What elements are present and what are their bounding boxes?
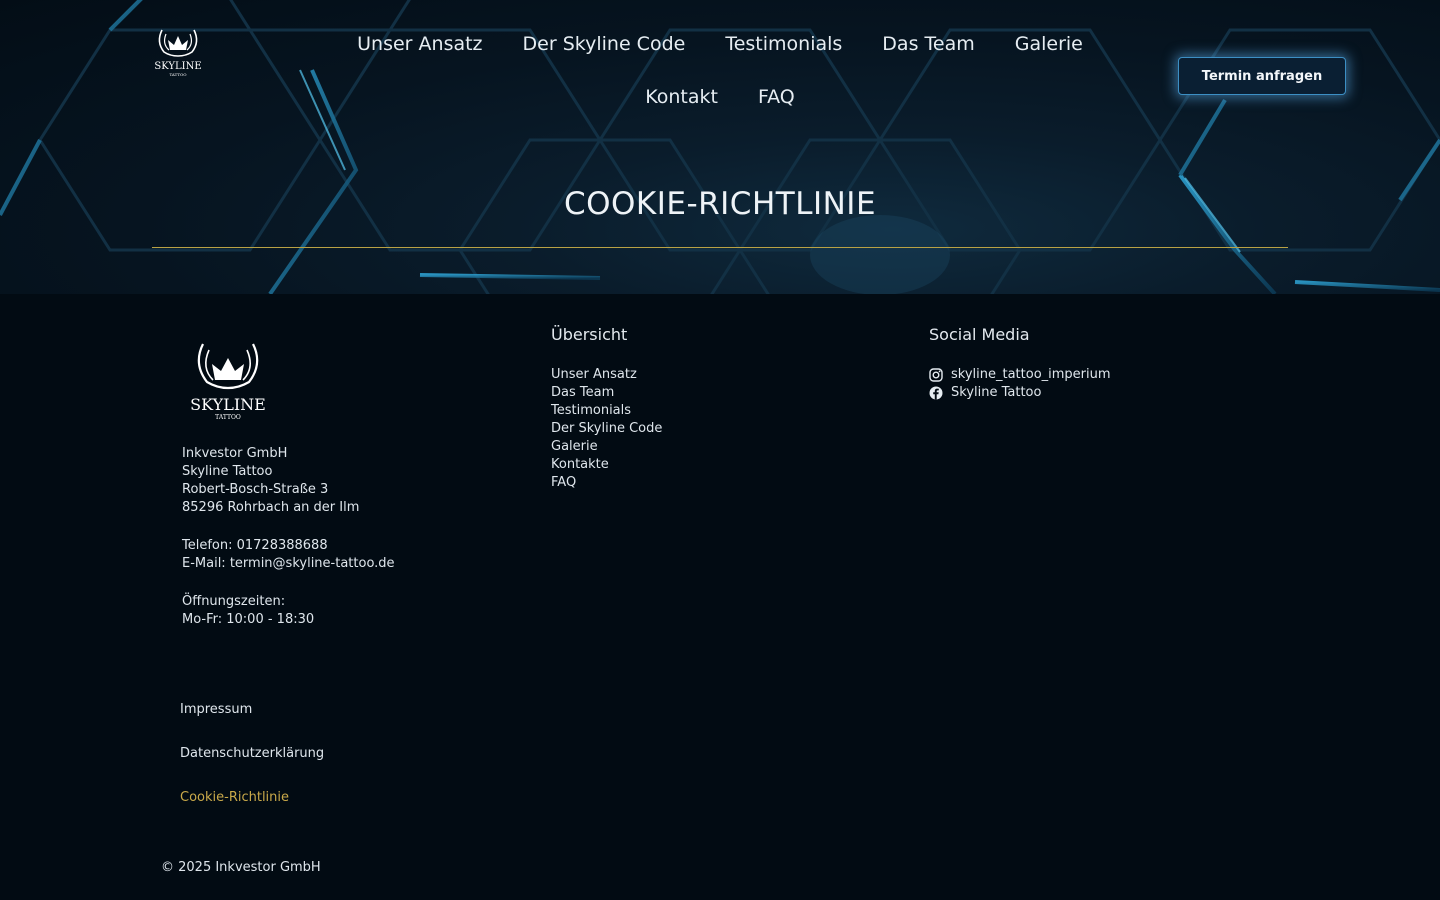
facebook-link[interactable]: Skyline Tattoo — [929, 384, 1111, 402]
logo-subtitle: TATTOO — [169, 72, 187, 77]
instagram-icon — [929, 368, 943, 382]
instagram-label: skyline_tattoo_imperium — [951, 367, 1111, 382]
nav-unser-ansatz[interactable]: Unser Ansatz — [337, 22, 502, 67]
email[interactable]: E-Mail: termin@skyline-tattoo.de — [182, 555, 395, 573]
nav-faq[interactable]: FAQ — [738, 75, 815, 120]
footer-link-kontakte[interactable]: Kontakte — [551, 456, 662, 474]
impressum-link[interactable]: Impressum — [180, 702, 252, 717]
nav-kontakt[interactable]: Kontakt — [625, 75, 738, 120]
footer-link-das-team[interactable]: Das Team — [551, 384, 662, 402]
footer-link-galerie[interactable]: Galerie — [551, 438, 662, 456]
facebook-label: Skyline Tattoo — [951, 385, 1042, 400]
brand-name: Skyline Tattoo — [182, 464, 273, 479]
main-nav: Unser Ansatz Der Skyline Code Testimonia… — [330, 22, 1110, 120]
footer-logo-wordmark: SKYLINE — [190, 395, 266, 414]
company-name: Inkvestor GmbH — [182, 446, 288, 461]
nav-testimonials[interactable]: Testimonials — [705, 22, 862, 67]
termin-anfragen-button[interactable]: Termin anfragen — [1178, 57, 1346, 95]
overview-heading: Übersicht — [551, 325, 628, 344]
footer-link-testimonials[interactable]: Testimonials — [551, 402, 662, 420]
cookie-richtlinie-link[interactable]: Cookie-Richtlinie — [180, 790, 289, 805]
title-divider — [152, 247, 1288, 248]
footer-link-faq[interactable]: FAQ — [551, 474, 662, 492]
footer-logo-subtitle: TATTOO — [215, 414, 241, 421]
address-block: Inkvestor GmbH Skyline Tattoo Robert-Bos… — [182, 445, 395, 629]
street: Robert-Bosch-Straße 3 — [182, 482, 329, 497]
copyright: © 2025 Inkvestor GmbH — [161, 860, 321, 875]
skyline-logo[interactable]: SKYLINE TATTOO — [150, 22, 206, 78]
social-links: skyline_tattoo_imperium Skyline Tattoo — [929, 366, 1111, 402]
hero-section: SKYLINE TATTOO Unser Ansatz Der Skyline … — [0, 0, 1440, 294]
datenschutz-link[interactable]: Datenschutzerklärung — [180, 746, 324, 761]
facebook-icon — [929, 386, 943, 400]
instagram-link[interactable]: skyline_tattoo_imperium — [929, 366, 1111, 384]
social-heading: Social Media — [929, 325, 1030, 344]
overview-links: Unser Ansatz Das Team Testimonials Der S… — [551, 366, 662, 492]
city: 85296 Rohrbach an der Ilm — [182, 500, 360, 515]
logo-wordmark: SKYLINE — [154, 61, 201, 72]
opening-hours: Mo-Fr: 10:00 - 18:30 — [182, 612, 315, 627]
page-title: COOKIE-RICHTLINIE — [563, 186, 877, 222]
footer-link-skyline-code[interactable]: Der Skyline Code — [551, 420, 662, 438]
nav-skyline-code[interactable]: Der Skyline Code — [503, 22, 706, 67]
nav-das-team[interactable]: Das Team — [862, 22, 994, 67]
nav-galerie[interactable]: Galerie — [995, 22, 1103, 67]
phone[interactable]: Telefon: 01728388688 — [182, 537, 395, 555]
footer-link-unser-ansatz[interactable]: Unser Ansatz — [551, 366, 662, 384]
footer-skyline-logo[interactable]: SKYLINE TATTOO — [185, 338, 271, 422]
hours-label: Öffnungszeiten: — [182, 594, 286, 609]
